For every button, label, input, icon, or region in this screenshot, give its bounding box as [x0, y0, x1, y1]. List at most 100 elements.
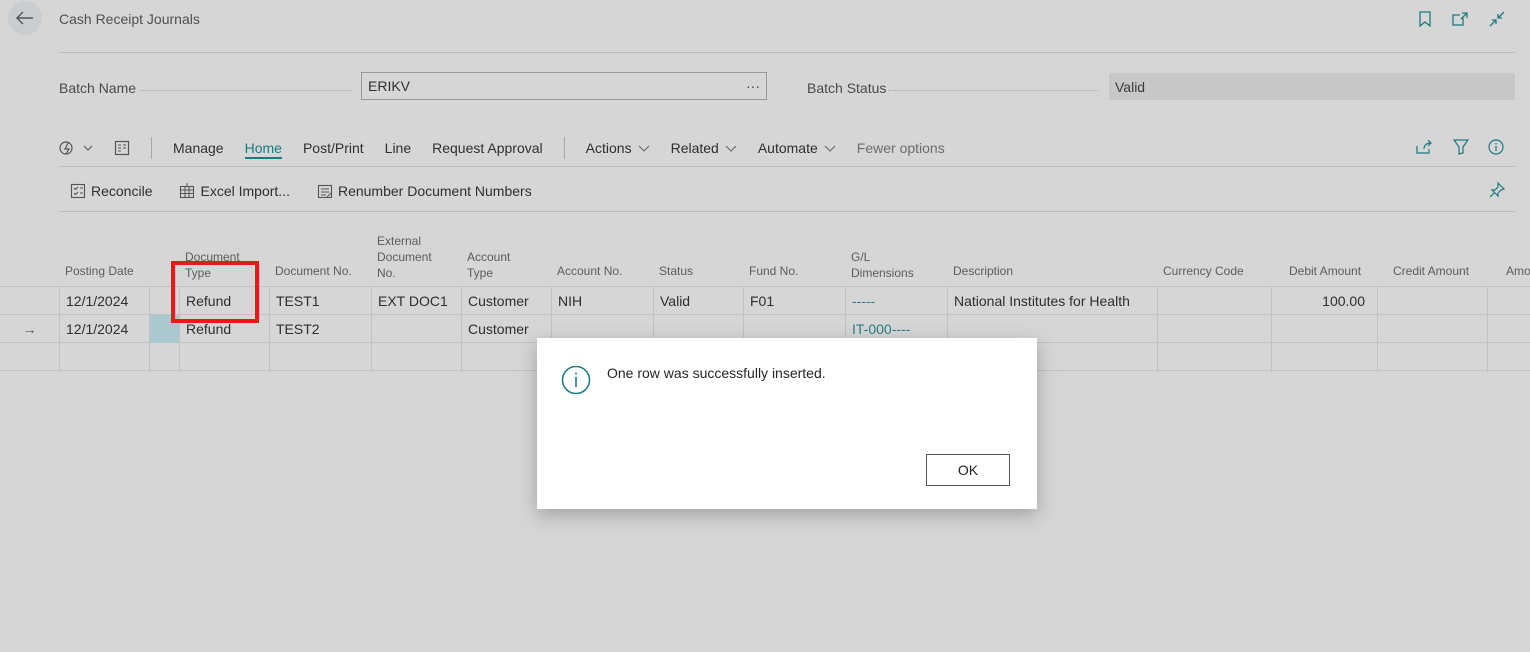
batch-name-dots: [140, 90, 352, 91]
bookmark-button[interactable]: [1414, 8, 1436, 30]
tab-manage[interactable]: Manage: [173, 140, 224, 156]
reconcile-button[interactable]: Reconcile: [70, 183, 152, 199]
cell-debit-amount[interactable]: 100.00: [1272, 287, 1377, 315]
highlight-annotation: [171, 261, 259, 323]
cell-document-no[interactable]: TEST2: [270, 315, 371, 343]
open-new-window-icon: [1452, 12, 1468, 26]
promoted-divider: [59, 211, 1515, 212]
batch-status-dots: [888, 90, 1098, 91]
header-gl-dimensions-line2: Dimensions: [851, 266, 914, 280]
cell-status[interactable]: Valid: [654, 287, 743, 315]
header-description[interactable]: Description: [953, 263, 1013, 279]
batch-name-lookup-button[interactable]: ···: [746, 78, 760, 94]
row-marker: →: [22, 321, 37, 337]
actions-menu-button[interactable]: [59, 140, 93, 156]
header-account-type-line1: Account: [467, 250, 511, 264]
cell-account-type[interactable]: Customer: [462, 287, 551, 315]
cell-fund-no[interactable]: F01: [744, 287, 845, 315]
info-button[interactable]: [1485, 136, 1507, 158]
batch-status-value: Valid: [1115, 78, 1146, 95]
info-icon: [1488, 139, 1504, 155]
header-credit-amount[interactable]: Credit Amount: [1393, 263, 1469, 279]
header-gl-dimensions-line1: G/L: [851, 250, 871, 264]
pin-button[interactable]: [1486, 179, 1508, 201]
renumber-label: Renumber Document Numbers: [337, 183, 532, 199]
message-dialog: One row was successfully inserted. OK: [537, 338, 1037, 509]
header-divider: [59, 52, 1515, 53]
lightning-icon: [59, 141, 73, 155]
cell-document-no[interactable]: TEST1: [270, 287, 371, 315]
action-bar: Manage Home Post/Print Line Request Appr…: [59, 134, 966, 162]
header-external-line1: External: [377, 234, 422, 248]
related-dropdown[interactable]: Related: [671, 140, 737, 156]
cell-posting-date[interactable]: 12/1/2024: [60, 315, 149, 343]
header-gl-dimensions[interactable]: G/L Dimensions: [851, 249, 914, 281]
chevron-down-icon: [638, 145, 649, 152]
pin-icon: [1489, 182, 1505, 198]
chevron-down-icon: [824, 145, 836, 152]
automate-dropdown[interactable]: Automate: [758, 140, 836, 156]
share-button[interactable]: [1413, 136, 1435, 158]
tab-home[interactable]: Home: [244, 140, 282, 159]
header-account-no[interactable]: Account No.: [557, 263, 622, 279]
fewer-options-button[interactable]: Fewer options: [857, 140, 945, 156]
header-document-no[interactable]: Document No.: [275, 263, 352, 279]
header-status[interactable]: Status: [659, 263, 693, 279]
ok-button[interactable]: OK: [926, 454, 1010, 486]
list-view-icon: [114, 140, 130, 156]
collapse-icon: [1489, 11, 1505, 27]
batch-status-label: Batch Status: [807, 80, 887, 96]
renumber-document-numbers-button[interactable]: Renumber Document Numbers: [317, 183, 532, 199]
info-icon: [561, 365, 591, 395]
automate-dropdown-label: Automate: [757, 140, 818, 156]
header-posting-date[interactable]: Posting Date: [65, 263, 134, 279]
dialog-message: One row was successfully inserted.: [607, 365, 826, 381]
cell-currency-code[interactable]: [1158, 315, 1271, 343]
actions-dropdown[interactable]: Actions: [586, 140, 650, 156]
header-account-type[interactable]: Account Type: [467, 249, 510, 281]
excel-import-button[interactable]: Excel Import...: [179, 183, 290, 199]
batch-name-value: ERIKV: [368, 78, 411, 94]
excel-import-label: Excel Import...: [200, 183, 290, 199]
back-arrow-icon: [16, 11, 33, 25]
header-debit-amount[interactable]: Debit Amount: [1289, 263, 1361, 279]
cell-external-document-no[interactable]: EXT DOC1: [372, 287, 461, 315]
chevron-down-icon: [725, 145, 737, 152]
cell-gl-dimensions[interactable]: -----: [846, 287, 947, 315]
tab-post-print[interactable]: Post/Print: [303, 140, 364, 156]
bookmark-icon: [1419, 11, 1431, 27]
excel-import-icon: [180, 183, 195, 199]
actions-dropdown-label: Actions: [585, 140, 632, 156]
batch-name-label: Batch Name: [59, 80, 137, 96]
cell-account-no[interactable]: NIH: [552, 287, 653, 315]
header-external-document-no[interactable]: External Document No.: [377, 233, 432, 281]
header-amount[interactable]: Amo: [1506, 263, 1530, 279]
cell-credit-amount[interactable]: [1378, 287, 1487, 315]
header-currency-code[interactable]: Currency Code: [1163, 263, 1244, 279]
open-new-window-button[interactable]: [1449, 8, 1471, 30]
header-external-line3: No.: [377, 266, 396, 280]
chevron-down-icon: [83, 145, 93, 151]
header-fund-no[interactable]: Fund No.: [749, 263, 798, 279]
reconcile-icon: [70, 183, 86, 199]
filter-button[interactable]: [1450, 136, 1472, 158]
batch-status-field: Valid: [1109, 73, 1515, 100]
header-external-line2: Document: [377, 250, 432, 264]
cell-description[interactable]: National Institutes for Health: [948, 287, 1157, 315]
related-dropdown-label: Related: [670, 140, 719, 156]
actionbar-divider: [59, 166, 1515, 167]
cell-posting-date[interactable]: 12/1/2024: [60, 287, 149, 315]
row-marker: [0, 287, 59, 315]
batch-name-field[interactable]: ERIKV ···: [361, 72, 767, 100]
cell-external-document-no[interactable]: [372, 315, 461, 343]
page-inspect-button[interactable]: [114, 140, 130, 156]
collapse-button[interactable]: [1486, 8, 1508, 30]
renumber-icon: [317, 184, 333, 199]
cell-credit-amount[interactable]: [1378, 315, 1487, 343]
back-button[interactable]: [8, 1, 42, 35]
action-separator: [563, 137, 565, 159]
tab-line[interactable]: Line: [385, 140, 411, 156]
cell-currency-code[interactable]: [1158, 287, 1271, 315]
cell-debit-amount[interactable]: [1272, 315, 1377, 343]
tab-request-approval[interactable]: Request Approval: [432, 140, 543, 156]
